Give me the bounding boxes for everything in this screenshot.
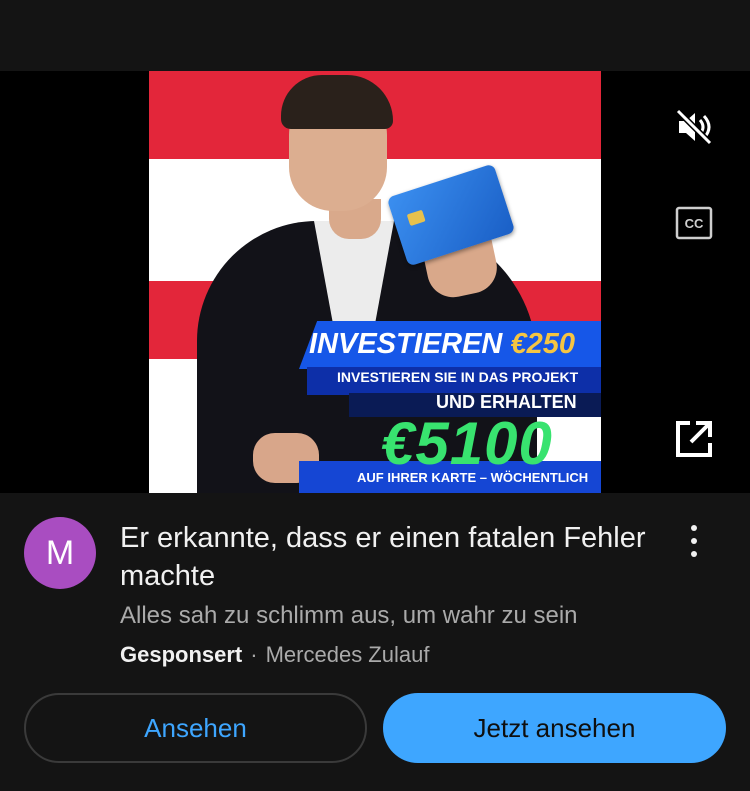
ansehen-button[interactable]: Ansehen	[24, 693, 367, 763]
advertiser-name: Mercedes Zulauf	[265, 642, 430, 667]
ad-meta: Gesponsert · Mercedes Zulauf	[120, 642, 429, 668]
closed-captions-icon: CC	[675, 206, 713, 240]
open-external-icon	[676, 421, 712, 457]
thumbnail-headline: INVESTIEREN €250	[309, 328, 575, 361]
open-external-button[interactable]	[672, 417, 716, 461]
more-vertical-icon-dot	[691, 551, 697, 557]
more-options-button[interactable]	[676, 517, 712, 565]
more-vertical-icon-dot	[691, 538, 697, 544]
jetzt-ansehen-button[interactable]: Jetzt ansehen	[383, 693, 726, 763]
headline-text: INVESTIEREN	[309, 328, 503, 360]
top-bar	[0, 0, 750, 71]
card-chip	[406, 209, 426, 227]
ad-video-player[interactable]: INVESTIEREN €250 INVESTIEREN SIE IN DAS …	[0, 71, 750, 493]
cc-label: CC	[685, 216, 704, 231]
ad-title[interactable]: Er erkannte, dass er einen fatalen Fehle…	[120, 519, 650, 595]
meta-separator: ·	[250, 642, 258, 667]
more-vertical-icon	[691, 525, 697, 531]
thumbnail-big-amount: €5100	[381, 410, 553, 477]
speaker-muted-icon	[675, 108, 713, 146]
mute-button[interactable]	[672, 105, 716, 149]
captions-button[interactable]: CC	[672, 201, 716, 245]
sponsored-label: Gesponsert	[120, 642, 243, 667]
advertiser-avatar[interactable]: M	[24, 517, 96, 589]
thumbnail-line-1: INVESTIEREN SIE IN DAS PROJEKT	[337, 369, 579, 385]
ad-thumbnail[interactable]: INVESTIEREN €250 INVESTIEREN SIE IN DAS …	[149, 71, 601, 493]
thumbnail-line-3: AUF IHRER KARTE – WÖCHENTLICH	[357, 470, 589, 485]
headline-amount: €250	[510, 328, 575, 360]
ad-info-panel: M Er erkannte, dass er einen fatalen Feh…	[0, 493, 750, 791]
ad-description: Alles sah zu schlimm aus, um wahr zu sei…	[120, 602, 578, 629]
